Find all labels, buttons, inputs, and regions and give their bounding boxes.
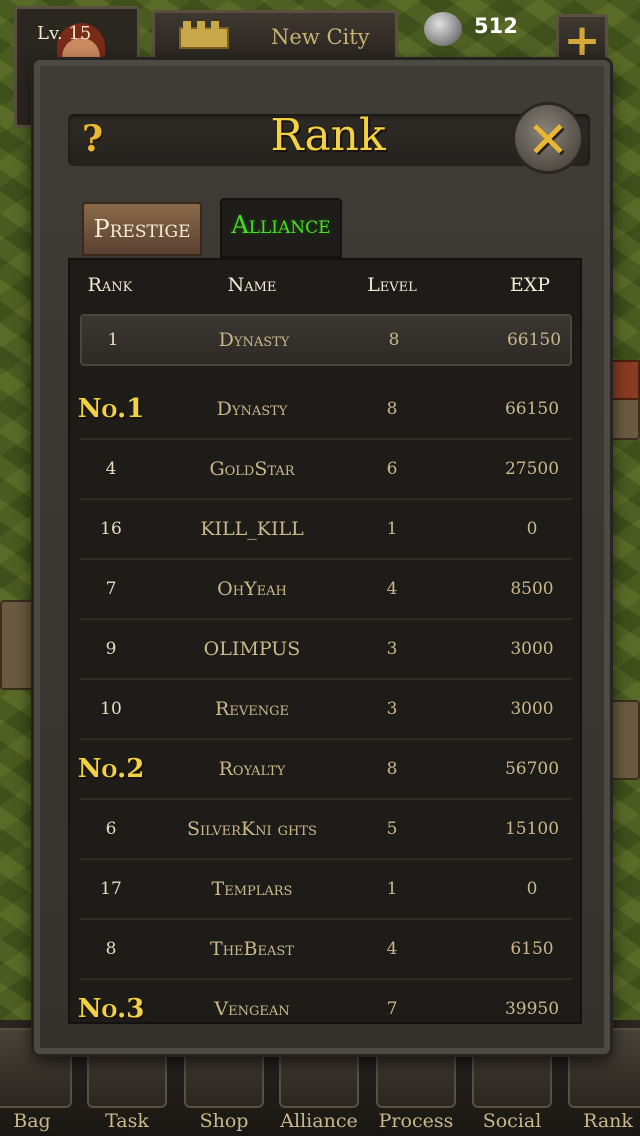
name-cell: Revenge [215,698,289,720]
nav-label: Shop [199,1110,249,1132]
name-cell: OLIMPUS [203,638,301,660]
level-cell: 8 [388,330,400,350]
column-header-level: Level [367,274,417,296]
table-row[interactable]: 6 SilverKni ghts 5 15100 [80,800,572,860]
exp-cell: 6150 [510,939,554,959]
rank-dialog: ? Rank ✕ Prestige Alliance Rank Name Lev… [34,60,610,1054]
level-cell: 5 [386,819,398,839]
column-header-rank: Rank [87,274,133,296]
name-cell: TheBeast [210,938,294,960]
table-header: Rank Name Level EXP [70,260,580,308]
level-cell: 3 [386,639,398,659]
table-row[interactable]: 9 OLIMPUS 3 3000 [80,620,572,680]
castle-icon [179,21,229,49]
table-row[interactable]: 17 Templars 1 0 [80,860,572,920]
nav-label: Rank [583,1110,633,1132]
silver-coin-icon [424,12,462,46]
name-cell: Dynasty [218,329,290,351]
exp-cell: 3000 [510,639,554,659]
level-cell: 4 [386,939,398,959]
table-row[interactable]: 8 TheBeast 4 6150 [80,920,572,980]
exp-cell: 0 [526,879,538,899]
close-icon: ✕ [527,111,569,169]
exp-cell: 0 [526,519,538,539]
player-level: Lv. 15 [37,23,92,44]
column-header-exp: EXP [509,274,551,296]
tab-alliance[interactable]: Alliance [220,198,342,258]
nav-label: Bag [13,1110,51,1132]
rank-cell: 1 [107,330,119,350]
exp-cell: 39950 [504,999,560,1019]
exp-cell: 3000 [510,699,554,719]
name-cell: OhYeah [217,578,287,600]
rank-table: Rank Name Level EXP 1 Dynasty 8 66150 No… [68,258,582,1024]
exp-cell: 27500 [504,459,560,479]
name-cell: SilverKni ghts [187,818,317,840]
rank-cell: 7 [105,579,117,599]
table-row[interactable]: No.3 Vengean 7 39950 [77,980,572,1024]
rank-cell: 9 [105,639,117,659]
nav-label: Process [378,1110,454,1132]
level-cell: 1 [386,879,398,899]
rank-cell: 6 [105,819,117,839]
coin-count: 512 [474,14,518,38]
map-tower [0,600,36,690]
level-cell: 8 [386,399,398,419]
exp-cell: 56700 [504,759,560,779]
name-cell: KILL_KILL [200,518,304,540]
level-cell: 4 [386,579,398,599]
exp-cell: 66150 [506,330,562,350]
name-cell: Templars [211,878,293,900]
rank-cell: 8 [105,939,117,959]
rank-medal: No.1 [77,394,145,424]
table-row[interactable]: 4 GoldStar 6 27500 [80,440,572,500]
my-alliance-row: 1 Dynasty 8 66150 [80,314,572,366]
rank-cell: 16 [100,519,122,539]
rank-medal: No.2 [77,754,145,784]
city-selector[interactable]: New City [152,10,398,62]
table-row[interactable]: 7 OhYeah 4 8500 [80,560,572,620]
nav-label: Alliance [280,1110,358,1132]
level-cell: 1 [386,519,398,539]
table-row[interactable]: No.2 Royalty 8 56700 [77,740,572,800]
name-cell: GoldStar [209,458,295,480]
nav-label: Task [105,1110,149,1132]
nav-label: Social [482,1110,542,1132]
level-cell: 8 [386,759,398,779]
name-cell: Royalty [218,758,286,780]
level-cell: 6 [386,459,398,479]
level-cell: 7 [386,999,398,1019]
exp-cell: 8500 [510,579,554,599]
exp-cell: 66150 [504,399,560,419]
city-name: New City [271,25,370,49]
rank-cell: 17 [100,879,122,899]
rank-cell: 4 [105,459,117,479]
level-cell: 3 [386,699,398,719]
name-cell: Vengean [214,998,290,1020]
name-cell: Dynasty [216,398,288,420]
close-button[interactable]: ✕ [512,102,584,174]
table-row[interactable]: 16 KILL_KILL 1 0 [80,500,572,560]
column-header-name: Name [227,274,277,296]
table-row[interactable]: No.1 Dynasty 8 66150 [77,380,572,440]
tab-prestige[interactable]: Prestige [82,202,202,256]
exp-cell: 15100 [504,819,560,839]
rank-medal: No.3 [77,994,145,1024]
rank-cell: 10 [100,699,122,719]
table-row[interactable]: 10 Revenge 3 3000 [80,680,572,740]
